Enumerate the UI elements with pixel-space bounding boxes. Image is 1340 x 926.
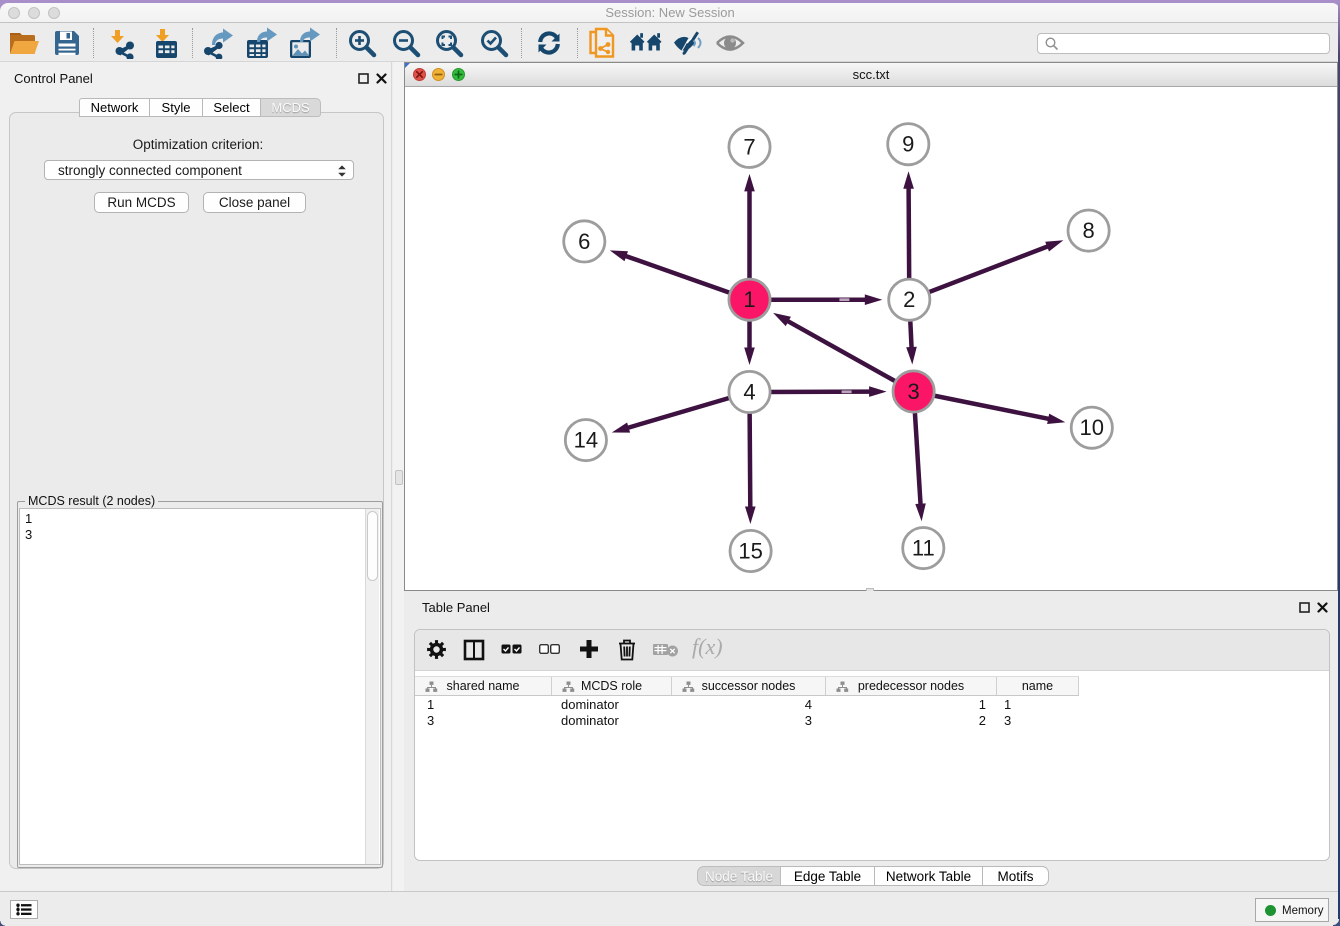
svg-text:10: 10	[1080, 415, 1104, 440]
svg-text:6: 6	[578, 229, 590, 254]
svg-text:4: 4	[743, 380, 755, 405]
svg-text:2: 2	[903, 287, 915, 312]
svg-text:9: 9	[902, 132, 914, 157]
svg-text:14: 14	[574, 428, 598, 453]
svg-text:8: 8	[1082, 218, 1094, 243]
svg-text:11: 11	[912, 536, 935, 561]
svg-text:3: 3	[907, 379, 919, 404]
svg-text:15: 15	[738, 539, 762, 564]
svg-text:7: 7	[743, 134, 755, 159]
svg-text:1: 1	[743, 287, 755, 312]
